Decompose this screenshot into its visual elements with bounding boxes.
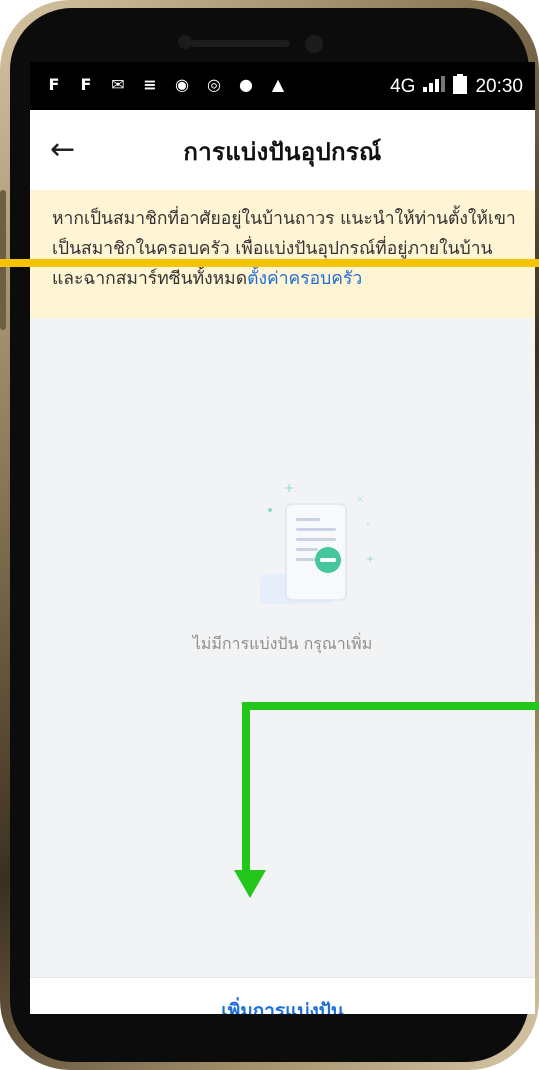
svg-text:+: + (284, 482, 294, 495)
notes-icon: ≡ (143, 74, 157, 94)
status-right: 4G 20:30 (390, 74, 523, 100)
banner-text: หากเป็นสมาชิกที่อาศัยอยู่ในบ้านถาวร แนะน… (52, 204, 517, 294)
status-bar: F F ✉ ≡ ◉ ◎ ● ▲ 4G 20:30 (30, 62, 535, 110)
signal-icon (423, 76, 446, 98)
facebook-icon: F (80, 74, 92, 94)
hotspot-icon: ◎ (207, 74, 221, 94)
app-bar: ← การแบ่งปันอุปกรณ์ (30, 110, 535, 190)
bottom-bar: เพิ่มการแบ่งปัน (30, 977, 535, 1014)
empty-state-message: ไม่มีการแบ่งปัน กรุณาเพิ่ม (192, 634, 373, 653)
front-camera-icon (178, 35, 192, 49)
phone-screen: F F ✉ ≡ ◉ ◎ ● ▲ 4G 20:30 ← การแบ่งปันอุป… (30, 62, 535, 1014)
network-type: 4G (390, 76, 416, 97)
battery-icon (453, 74, 468, 100)
svg-text:×: × (356, 494, 364, 505)
wechat-icon: ✉ (111, 74, 125, 94)
annotation-green-line (242, 702, 539, 710)
info-banner: หากเป็นสมาชิกที่อาศัยอยู่ในบ้านถาวร แนะน… (30, 190, 535, 318)
speaker-grille (190, 40, 290, 47)
clock: 20:30 (475, 76, 523, 97)
empty-document-icon: + × + (260, 482, 374, 604)
line-icon: ● (239, 74, 253, 94)
annotation-yellow-line (0, 259, 539, 267)
svg-text:+: + (366, 554, 374, 565)
facebook-icon: F (48, 74, 60, 94)
family-settings-link[interactable]: ตั้งค่าครอบครัว (247, 269, 362, 289)
add-share-button[interactable]: เพิ่มการแบ่งปัน (30, 996, 535, 1014)
page-title: การแบ่งปันอุปกรณ์ (183, 138, 382, 166)
warning-icon: ▲ (271, 74, 285, 94)
notification-icons: F F ✉ ≡ ◉ ◎ ● ▲ (44, 74, 288, 94)
sensor-icon (305, 35, 323, 53)
annotation-green-arrow-head (234, 870, 266, 898)
annotation-green-arrow-shaft (242, 702, 250, 872)
app-icon: ◉ (175, 74, 189, 94)
